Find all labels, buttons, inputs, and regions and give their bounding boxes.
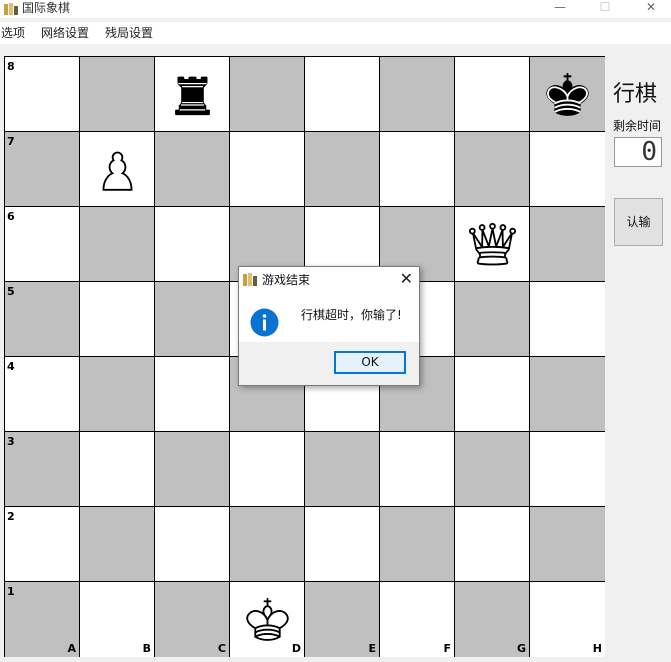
resign-button[interactable]: 认输	[614, 198, 663, 246]
maximize-button[interactable]: ☐	[590, 0, 620, 18]
info-icon	[250, 308, 279, 337]
square-h8[interactable]	[530, 57, 605, 132]
square-e8[interactable]	[305, 57, 380, 132]
square-a4[interactable]: 4	[5, 357, 80, 432]
file-label: H	[592, 642, 602, 655]
minimize-button[interactable]: —	[545, 0, 575, 18]
dialog-title: 游戏结束	[262, 273, 311, 287]
rank-label: 1	[7, 585, 15, 598]
square-d1[interactable]: D	[230, 582, 305, 657]
rank-label: 8	[7, 60, 15, 73]
menu-network-settings[interactable]: 网络设置	[41, 25, 89, 41]
dialog-titlebar: 游戏结束 ✕	[239, 267, 419, 291]
square-g5[interactable]	[455, 282, 530, 357]
square-a6[interactable]: 6	[5, 207, 80, 282]
square-b4[interactable]	[80, 357, 155, 432]
square-g2[interactable]	[455, 507, 530, 582]
window-title: 国际象棋	[22, 1, 71, 15]
ok-button[interactable]: OK	[334, 351, 406, 374]
square-d2[interactable]	[230, 507, 305, 582]
square-e1[interactable]: E	[305, 582, 380, 657]
square-c5[interactable]	[155, 282, 230, 357]
white-pawn-icon[interactable]	[90, 138, 145, 200]
dialog-close-button[interactable]: ✕	[400, 269, 413, 288]
square-a3[interactable]: 3	[5, 432, 80, 507]
square-f3[interactable]	[380, 432, 455, 507]
timer-display: 0	[614, 137, 662, 167]
square-h3[interactable]	[530, 432, 605, 507]
square-f1[interactable]: F	[380, 582, 455, 657]
file-label: B	[142, 642, 151, 655]
square-e3[interactable]	[305, 432, 380, 507]
chess-app-icon	[243, 273, 257, 286]
chess-app-icon	[4, 3, 18, 15]
square-e7[interactable]	[305, 132, 380, 207]
timer-value: 0	[641, 137, 657, 167]
square-c6[interactable]	[155, 207, 230, 282]
square-b7[interactable]	[80, 132, 155, 207]
square-b5[interactable]	[80, 282, 155, 357]
file-label: G	[516, 642, 526, 655]
close-window-button[interactable]: ✕	[636, 0, 666, 18]
dialog-message: 行棋超时，你输了!	[301, 308, 402, 322]
menu-bar: 选项 网络设置 残局设置	[0, 22, 671, 44]
square-c2[interactable]	[155, 507, 230, 582]
square-b2[interactable]	[80, 507, 155, 582]
white-king-icon[interactable]	[240, 588, 295, 650]
square-f8[interactable]	[380, 57, 455, 132]
square-g8[interactable]	[455, 57, 530, 132]
square-b3[interactable]	[80, 432, 155, 507]
square-a7[interactable]: 7	[5, 132, 80, 207]
window-titlebar: 国际象棋 — ☐ ✕	[0, 0, 671, 18]
square-c8[interactable]	[155, 57, 230, 132]
dialog-body: 行棋超时，你输了!	[239, 291, 419, 342]
square-h7[interactable]	[530, 132, 605, 207]
rank-label: 5	[7, 285, 15, 298]
square-a5[interactable]: 5	[5, 282, 80, 357]
square-a8[interactable]: 8	[5, 57, 80, 132]
square-h4[interactable]	[530, 357, 605, 432]
square-e2[interactable]	[305, 507, 380, 582]
square-h1[interactable]: H	[530, 582, 605, 657]
file-label: C	[217, 642, 226, 655]
square-c4[interactable]	[155, 357, 230, 432]
square-g7[interactable]	[455, 132, 530, 207]
rank-label: 6	[7, 210, 15, 223]
turn-label: 行棋	[613, 82, 658, 107]
menu-endgame-settings[interactable]: 残局设置	[105, 25, 153, 41]
square-g4[interactable]	[455, 357, 530, 432]
rank-label: 4	[7, 360, 15, 373]
rank-label: 7	[7, 135, 15, 148]
square-d7[interactable]	[230, 132, 305, 207]
black-king-icon[interactable]	[540, 63, 595, 125]
rank-label: 2	[7, 510, 15, 523]
square-b6[interactable]	[80, 207, 155, 282]
square-c3[interactable]	[155, 432, 230, 507]
square-h2[interactable]	[530, 507, 605, 582]
square-f7[interactable]	[380, 132, 455, 207]
rank-label: 3	[7, 435, 15, 448]
square-d3[interactable]	[230, 432, 305, 507]
square-c1[interactable]: C	[155, 582, 230, 657]
square-h6[interactable]	[530, 207, 605, 282]
time-remaining-label: 剩余时间	[613, 119, 662, 133]
square-b1[interactable]: B	[80, 582, 155, 657]
square-g3[interactable]	[455, 432, 530, 507]
square-g1[interactable]: G	[455, 582, 530, 657]
square-g6[interactable]	[455, 207, 530, 282]
square-b8[interactable]	[80, 57, 155, 132]
square-a2[interactable]: 2	[5, 507, 80, 582]
game-over-dialog: 游戏结束 ✕ 行棋超时，你输了! OK	[238, 266, 420, 386]
file-label: E	[368, 642, 376, 655]
square-h5[interactable]	[530, 282, 605, 357]
file-label: F	[443, 642, 451, 655]
menu-options[interactable]: 选项	[1, 25, 25, 41]
white-queen-icon[interactable]	[465, 213, 520, 275]
file-label: A	[67, 642, 76, 655]
square-c7[interactable]	[155, 132, 230, 207]
square-f2[interactable]	[380, 507, 455, 582]
square-d8[interactable]	[230, 57, 305, 132]
black-rook-icon[interactable]	[165, 63, 220, 125]
square-a1[interactable]: 1A	[5, 582, 80, 657]
